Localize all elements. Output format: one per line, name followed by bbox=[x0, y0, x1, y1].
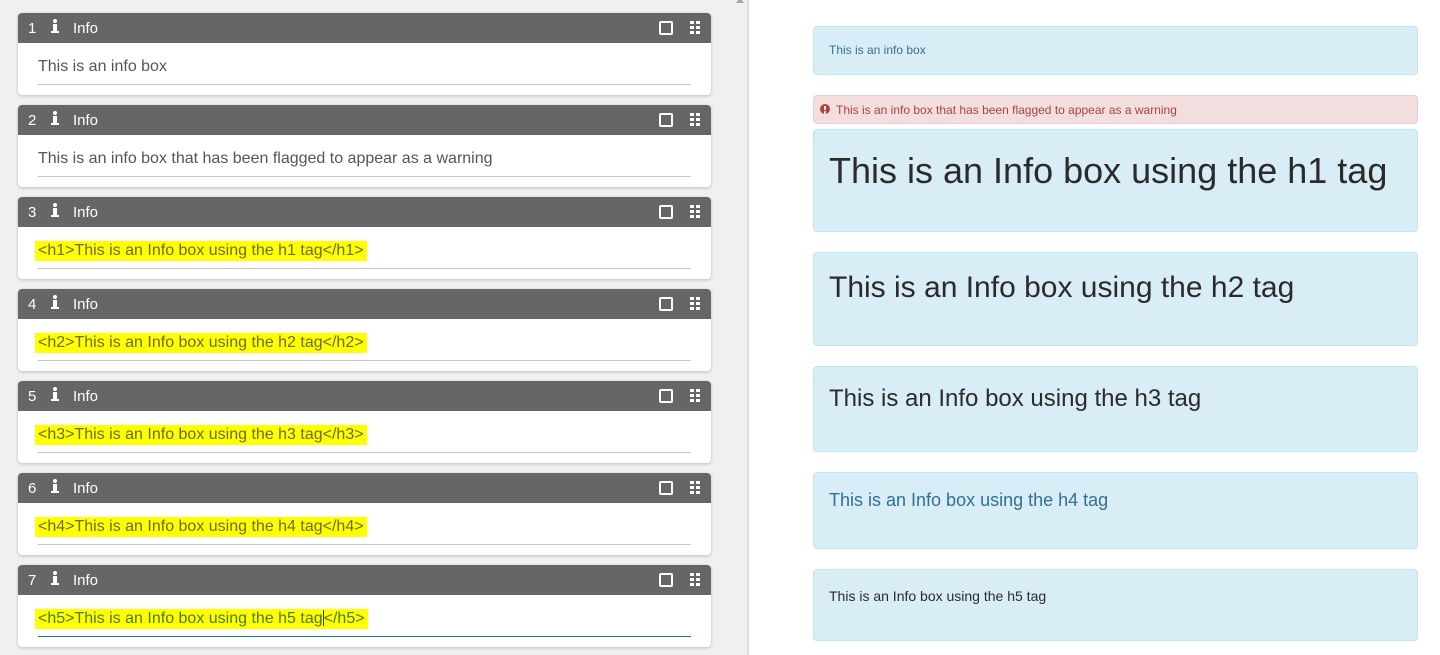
checkbox-icon[interactable] bbox=[659, 481, 673, 495]
input-underline bbox=[38, 360, 691, 361]
input-underline bbox=[38, 544, 691, 545]
block-number: 7 bbox=[28, 572, 37, 589]
input-underline bbox=[38, 268, 691, 269]
content-block-4[interactable]: 4 Info <h2>This is an Info box using the… bbox=[18, 289, 711, 371]
checkbox-icon[interactable] bbox=[659, 389, 673, 403]
text-before-caret: <h5>This is an Info box using the h5 tag bbox=[38, 610, 323, 627]
preview-h1-box: This is an Info box using the h1 tag bbox=[813, 129, 1418, 232]
preview-h4-text: This is an Info box using the h4 tag bbox=[829, 490, 1109, 510]
info-icon bbox=[51, 111, 59, 126]
preview-h5-box: This is an Info box using the h5 tag bbox=[813, 569, 1418, 641]
info-icon bbox=[51, 203, 59, 218]
preview-h3-text: This is an Info box using the h3 tag bbox=[829, 385, 1202, 412]
block-text-input[interactable]: <h5>This is an Info box using the h5 tag… bbox=[35, 609, 368, 629]
block-text-input[interactable]: This is an info box bbox=[38, 58, 167, 76]
drag-handle-icon[interactable] bbox=[690, 21, 701, 35]
block-text-input[interactable]: <h3>This is an Info box using the h3 tag… bbox=[35, 425, 367, 445]
preview-warning-text: This is an info box that has been flagge… bbox=[836, 103, 1177, 117]
info-icon bbox=[51, 295, 59, 310]
info-icon bbox=[51, 479, 59, 494]
block-header[interactable]: 1 Info bbox=[18, 13, 711, 43]
block-type-label: Info bbox=[73, 204, 99, 221]
info-icon bbox=[51, 19, 59, 34]
content-block-3[interactable]: 3 Info <h1>This is an Info box using the… bbox=[18, 197, 711, 279]
text-after-caret: </h5> bbox=[323, 610, 365, 627]
block-type-label: Info bbox=[73, 572, 99, 589]
block-text-input[interactable]: <h4>This is an Info box using the h4 tag… bbox=[35, 517, 367, 537]
preview-h4-box: This is an Info box using the h4 tag bbox=[813, 472, 1418, 549]
editor-scrollbar[interactable] bbox=[733, 0, 747, 655]
block-header[interactable]: 6 Info bbox=[18, 473, 711, 503]
preview-h1-text: This is an Info box using the h1 tag bbox=[829, 150, 1388, 191]
block-text-input[interactable]: This is an info box that has been flagge… bbox=[38, 150, 493, 168]
checkbox-icon[interactable] bbox=[659, 21, 673, 35]
block-type-label: Info bbox=[73, 112, 99, 129]
preview-info-text: This is an info box bbox=[829, 43, 926, 57]
input-underline bbox=[38, 84, 691, 85]
block-type-label: Info bbox=[73, 20, 99, 37]
checkbox-icon[interactable] bbox=[659, 205, 673, 219]
input-underline bbox=[38, 452, 691, 453]
block-text-input[interactable]: <h1>This is an Info box using the h1 tag… bbox=[35, 241, 367, 261]
block-header[interactable]: 7 Info bbox=[18, 565, 711, 595]
preview-h3-box: This is an Info box using the h3 tag bbox=[813, 366, 1418, 452]
input-underline-active bbox=[38, 636, 691, 637]
preview-h5-text: This is an Info box using the h5 tag bbox=[829, 588, 1047, 604]
checkbox-icon[interactable] bbox=[659, 113, 673, 127]
block-number: 2 bbox=[28, 112, 37, 129]
scroll-up-arrow-icon[interactable] bbox=[736, 0, 744, 3]
block-type-label: Info bbox=[73, 480, 99, 497]
info-icon bbox=[51, 571, 59, 586]
exclamation-circle-icon bbox=[820, 104, 830, 114]
preview-h2-box: This is an Info box using the h2 tag bbox=[813, 252, 1418, 346]
preview-h2-text: This is an Info box using the h2 tag bbox=[829, 271, 1295, 304]
info-icon bbox=[51, 387, 59, 402]
drag-handle-icon[interactable] bbox=[690, 481, 701, 495]
block-type-label: Info bbox=[73, 388, 99, 405]
drag-handle-icon[interactable] bbox=[690, 573, 701, 587]
checkbox-icon[interactable] bbox=[659, 573, 673, 587]
content-block-1[interactable]: 1 Info This is an info box bbox=[18, 13, 711, 95]
block-number: 1 bbox=[28, 20, 37, 37]
block-header[interactable]: 5 Info bbox=[18, 381, 711, 411]
drag-handle-icon[interactable] bbox=[690, 113, 701, 127]
content-block-5[interactable]: 5 Info <h3>This is an Info box using the… bbox=[18, 381, 711, 463]
content-block-2[interactable]: 2 Info This is an info box that has been… bbox=[18, 105, 711, 187]
editor-panel: 1 Info This is an info box 2 Info This i… bbox=[0, 0, 747, 655]
block-number: 3 bbox=[28, 204, 37, 221]
block-header[interactable]: 4 Info bbox=[18, 289, 711, 319]
content-block-7[interactable]: 7 Info <h5>This is an Info box using the… bbox=[18, 565, 711, 647]
drag-handle-icon[interactable] bbox=[690, 389, 701, 403]
block-number: 6 bbox=[28, 480, 37, 497]
drag-handle-icon[interactable] bbox=[690, 297, 701, 311]
content-block-6[interactable]: 6 Info <h4>This is an Info box using the… bbox=[18, 473, 711, 555]
block-header[interactable]: 2 Info bbox=[18, 105, 711, 135]
drag-handle-icon[interactable] bbox=[690, 205, 701, 219]
block-header[interactable]: 3 Info bbox=[18, 197, 711, 227]
preview-panel: This is an info box This is an info box … bbox=[749, 0, 1440, 655]
block-type-label: Info bbox=[73, 296, 99, 313]
input-underline bbox=[38, 176, 691, 177]
preview-warning-box: This is an info box that has been flagge… bbox=[813, 95, 1418, 124]
checkbox-icon[interactable] bbox=[659, 297, 673, 311]
block-text-input[interactable]: <h2>This is an Info box using the h2 tag… bbox=[35, 333, 367, 353]
block-number: 4 bbox=[28, 296, 37, 313]
preview-info-box: This is an info box bbox=[813, 26, 1418, 75]
block-number: 5 bbox=[28, 388, 37, 405]
